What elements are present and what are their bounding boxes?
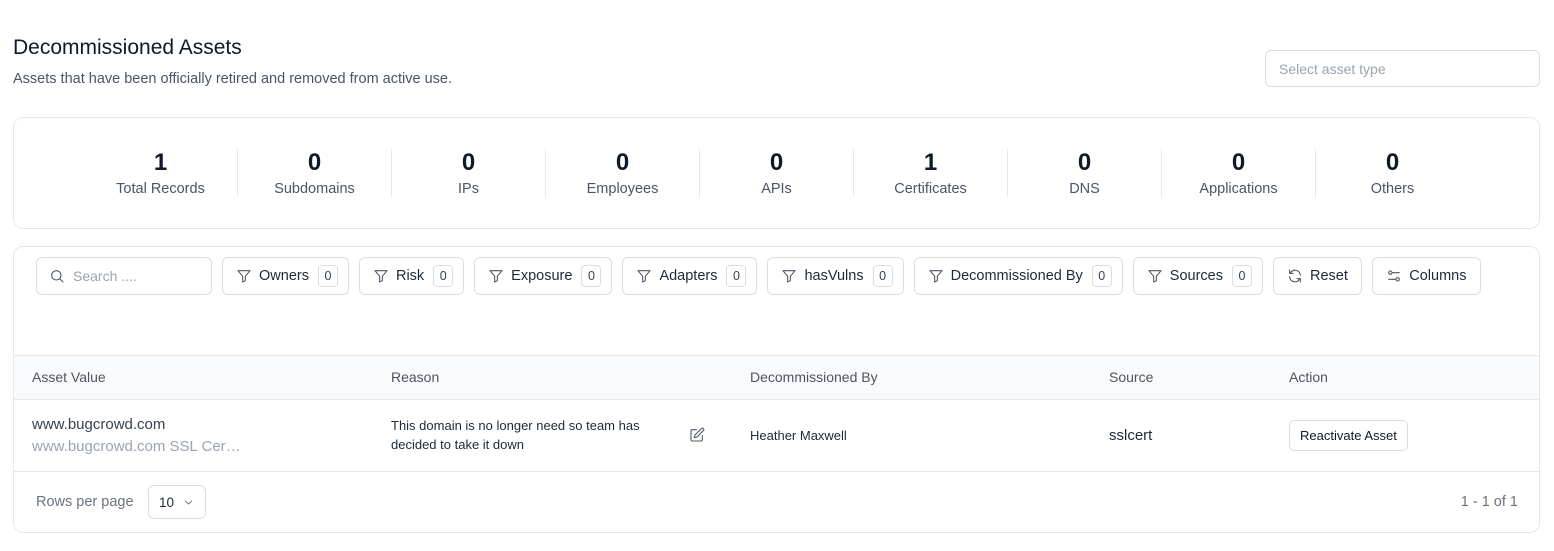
filter-label: hasVulns bbox=[804, 268, 864, 284]
filter-exposure-button[interactable]: Exposure 0 bbox=[474, 257, 613, 295]
source: sslcert bbox=[1109, 427, 1153, 444]
filter-sources-button[interactable]: Sources 0 bbox=[1132, 257, 1263, 295]
filter-count-badge: 0 bbox=[433, 265, 454, 287]
stat-label: APIs bbox=[761, 181, 792, 197]
decommissioned-by: Heather Maxwell bbox=[750, 428, 847, 443]
filter-count-badge: 0 bbox=[726, 265, 747, 287]
filter-count-badge: 0 bbox=[872, 265, 893, 287]
filter-icon bbox=[782, 270, 797, 283]
reason-text: This domain is no longer need so team ha… bbox=[391, 418, 640, 452]
stat-total-records: 1 Total Records bbox=[84, 149, 238, 197]
stat-value: 0 bbox=[307, 149, 322, 176]
stat-label: Employees bbox=[586, 181, 659, 197]
stat-applications: 0 Applications bbox=[1162, 149, 1316, 197]
filter-icon bbox=[237, 270, 251, 283]
search-box[interactable] bbox=[36, 257, 212, 295]
stat-employees: 0 Employees bbox=[546, 149, 700, 197]
rows-per-page-label: Rows per page bbox=[36, 494, 134, 510]
table-header: Asset Value Reason Decommissioned By Sou… bbox=[14, 355, 1539, 400]
stat-dns: 0 DNS bbox=[1008, 149, 1162, 197]
stat-value: 0 bbox=[615, 149, 630, 176]
columns-label: Columns bbox=[1409, 268, 1467, 284]
stat-value: 0 bbox=[1231, 149, 1246, 176]
stat-value: 0 bbox=[1077, 149, 1092, 176]
filter-count-badge: 0 bbox=[1091, 265, 1112, 287]
stat-label: Applications bbox=[1199, 181, 1278, 197]
filter-label: Exposure bbox=[511, 268, 573, 284]
column-header-asset-value[interactable]: Asset Value bbox=[32, 369, 106, 385]
edit-icon[interactable] bbox=[689, 427, 705, 443]
asset-type-select[interactable]: Select asset type bbox=[1265, 50, 1540, 87]
filter-decommissioned-by-button[interactable]: Decommissioned By 0 bbox=[913, 257, 1123, 295]
table-row: www.bugcrowd.com www.bugcrowd.com SSL Ce… bbox=[14, 400, 1539, 472]
stat-certificates: 1 Certificates bbox=[854, 149, 1008, 197]
page-subtitle: Assets that have been officially retired… bbox=[13, 71, 452, 87]
filter-label: Owners bbox=[259, 268, 309, 284]
stat-apis: 0 APIs bbox=[700, 149, 854, 197]
stat-value: 1 bbox=[153, 149, 168, 176]
search-input[interactable] bbox=[73, 268, 193, 284]
stat-others: 0 Others bbox=[1316, 149, 1469, 197]
table-toolbar: Owners 0 Risk 0 Exposure 0 Adapters 0 ha… bbox=[36, 257, 1517, 295]
sliders-icon bbox=[1388, 270, 1401, 282]
filter-icon bbox=[929, 270, 943, 283]
reactivate-asset-button[interactable]: Reactivate Asset bbox=[1289, 420, 1408, 451]
reset-label: Reset bbox=[1309, 268, 1348, 284]
filter-icon bbox=[374, 270, 388, 283]
filter-label: Risk bbox=[395, 268, 425, 284]
stat-label: DNS bbox=[1069, 181, 1100, 197]
stat-label: Others bbox=[1370, 181, 1415, 197]
stat-label: IPs bbox=[458, 181, 479, 197]
stat-label: Total Records bbox=[116, 181, 205, 197]
stat-value: 0 bbox=[769, 149, 784, 176]
reset-button[interactable]: Reset bbox=[1272, 257, 1362, 295]
filter-icon bbox=[1148, 270, 1162, 283]
filter-count-badge: 0 bbox=[581, 265, 602, 287]
stat-value: 0 bbox=[461, 149, 476, 176]
stat-label: Certificates bbox=[894, 181, 967, 197]
filter-label: Adapters bbox=[659, 268, 718, 284]
asset-detail: www.bugcrowd.com SSL Certificate bbox=[32, 438, 242, 455]
stats-card: 1 Total Records 0 Subdomains 0 IPs 0 Emp… bbox=[13, 117, 1540, 229]
page-title: Decommissioned Assets bbox=[13, 36, 242, 59]
pagination-text: 1 - 1 of 1 bbox=[1460, 494, 1518, 510]
filter-icon bbox=[637, 270, 651, 283]
stat-label: Subdomains bbox=[274, 181, 355, 197]
column-header-reason[interactable]: Reason bbox=[391, 369, 439, 385]
stat-value: 1 bbox=[923, 149, 938, 176]
filter-label: Decommissioned By bbox=[950, 268, 1083, 284]
column-header-action: Action bbox=[1289, 369, 1328, 385]
filter-owners-button[interactable]: Owners 0 bbox=[222, 257, 349, 295]
stat-ips: 0 IPs bbox=[392, 149, 546, 197]
filter-risk-button[interactable]: Risk 0 bbox=[358, 257, 465, 295]
asset-value[interactable]: www.bugcrowd.com bbox=[32, 416, 165, 433]
filter-icon bbox=[489, 270, 503, 283]
assets-table-card: Owners 0 Risk 0 Exposure 0 Adapters 0 ha… bbox=[13, 246, 1540, 533]
filter-count-badge: 0 bbox=[1231, 265, 1252, 287]
rows-per-page-value: 10 bbox=[159, 494, 175, 510]
filter-count-badge: 0 bbox=[317, 265, 338, 287]
stat-subdomains: 0 Subdomains bbox=[238, 149, 392, 197]
columns-button[interactable]: Columns bbox=[1371, 257, 1481, 295]
filter-hasvulns-button[interactable]: hasVulns 0 bbox=[767, 257, 904, 295]
rows-per-page-select[interactable]: 10 bbox=[148, 485, 206, 519]
column-header-decommissioned-by[interactable]: Decommissioned By bbox=[750, 369, 878, 385]
chevron-down-icon bbox=[184, 499, 193, 505]
search-icon bbox=[51, 270, 64, 283]
filter-label: Sources bbox=[1169, 268, 1223, 284]
asset-type-placeholder: Select asset type bbox=[1279, 60, 1386, 77]
stat-value: 0 bbox=[1385, 149, 1400, 176]
refresh-icon bbox=[1289, 269, 1301, 283]
column-header-source[interactable]: Source bbox=[1109, 369, 1153, 385]
filter-adapters-button[interactable]: Adapters 0 bbox=[622, 257, 758, 295]
